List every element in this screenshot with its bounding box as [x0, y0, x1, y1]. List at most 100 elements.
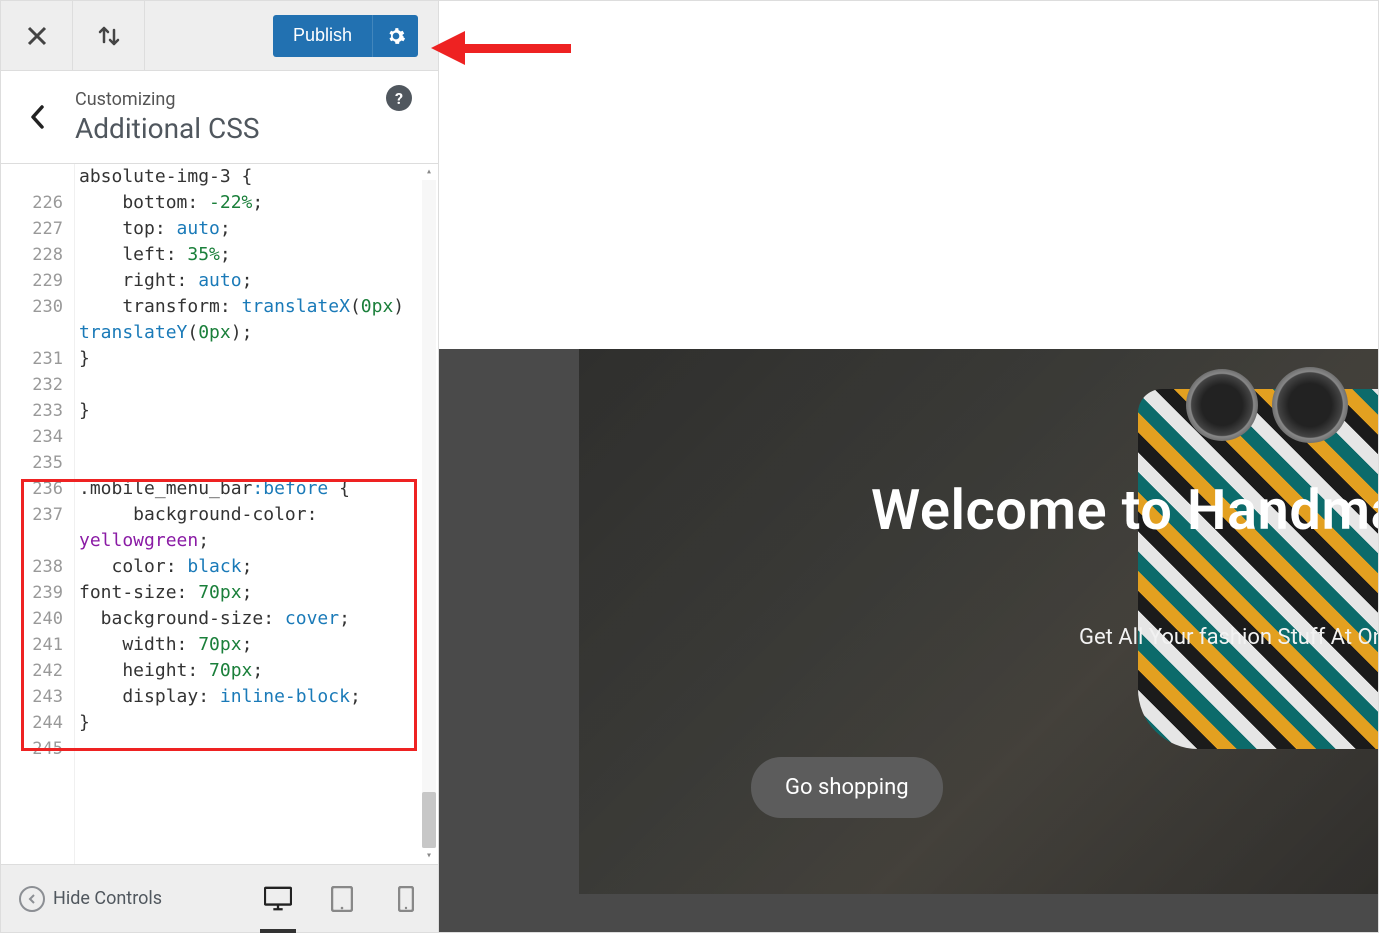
publish-button[interactable]: Publish	[273, 15, 372, 57]
css-editor[interactable]: absolute-img-3 {226 bottom: -22%;227 top…	[1, 164, 438, 864]
code-line[interactable]: 245	[1, 736, 438, 762]
code-line[interactable]: 233}	[1, 398, 438, 424]
code-line[interactable]: 235	[1, 450, 438, 476]
line-content[interactable]: absolute-img-3 {	[75, 164, 252, 190]
line-content[interactable]: width: 70px;	[75, 632, 252, 658]
line-number: 238	[1, 554, 75, 580]
mobile-icon	[398, 886, 414, 912]
line-content[interactable]: bottom: -22%;	[75, 190, 263, 216]
line-number	[1, 320, 75, 346]
back-button[interactable]	[1, 104, 75, 130]
section-header: Customizing Additional CSS ?	[1, 71, 438, 164]
scroll-track[interactable]	[422, 180, 436, 848]
line-content[interactable]: }	[75, 710, 90, 736]
code-line[interactable]: 228 left: 35%;	[1, 242, 438, 268]
tablet-icon	[331, 886, 353, 912]
line-content[interactable]: height: 70px;	[75, 658, 263, 684]
hero-section: Welcome to Handmade Get All Your fashion…	[579, 349, 1378, 894]
code-line[interactable]: translateY(0px);	[1, 320, 438, 346]
hide-controls-button[interactable]: Hide Controls	[19, 886, 162, 912]
line-content[interactable]: .mobile_menu_bar:before {	[75, 476, 350, 502]
line-number: 226	[1, 190, 75, 216]
line-number: 230	[1, 294, 75, 320]
person-illustration	[1138, 389, 1378, 749]
line-content[interactable]: background-size: cover;	[75, 606, 350, 632]
line-content[interactable]: yellowgreen;	[75, 528, 209, 554]
app-root: Publish Customizing Additional CSS ? abs…	[0, 0, 1379, 933]
desktop-preview-button[interactable]	[264, 885, 292, 913]
hide-controls-label: Hide Controls	[53, 888, 162, 909]
tablet-preview-button[interactable]	[328, 885, 356, 913]
line-number: 245	[1, 736, 75, 762]
line-content[interactable]: right: auto;	[75, 268, 252, 294]
line-content[interactable]	[75, 736, 79, 762]
line-number: 232	[1, 372, 75, 398]
line-content[interactable]: background-color:	[75, 502, 317, 528]
line-content[interactable]: color: black;	[75, 554, 252, 580]
gear-icon	[386, 26, 406, 46]
line-content[interactable]: font-size: 70px;	[75, 580, 252, 606]
scrollbar[interactable]: ▴ ▾	[422, 166, 436, 862]
line-number: 234	[1, 424, 75, 450]
publish-group: Publish	[273, 15, 418, 57]
line-number: 231	[1, 346, 75, 372]
sunglasses-left-icon	[1186, 369, 1258, 441]
scroll-thumb[interactable]	[422, 792, 436, 848]
desktop-icon	[264, 886, 292, 912]
line-content[interactable]: transform: translateX(0px)	[75, 294, 415, 320]
code-line[interactable]: 226 bottom: -22%;	[1, 190, 438, 216]
go-shopping-button[interactable]: Go shopping	[751, 757, 943, 818]
code-line[interactable]: 240 background-size: cover;	[1, 606, 438, 632]
code-line[interactable]: 239font-size: 70px;	[1, 580, 438, 606]
line-content[interactable]: top: auto;	[75, 216, 231, 242]
line-number: 235	[1, 450, 75, 476]
code-line[interactable]: 227 top: auto;	[1, 216, 438, 242]
code-line[interactable]: 230 transform: translateX(0px)	[1, 294, 438, 320]
toggle-button[interactable]	[73, 1, 145, 71]
up-down-arrows-icon	[95, 22, 123, 50]
line-content[interactable]	[75, 424, 79, 450]
line-number: 242	[1, 658, 75, 684]
line-number: 229	[1, 268, 75, 294]
close-button[interactable]	[1, 1, 73, 71]
line-number: 239	[1, 580, 75, 606]
code-line[interactable]: 237 background-color:	[1, 502, 438, 528]
code-line[interactable]: yellowgreen;	[1, 528, 438, 554]
line-number: 244	[1, 710, 75, 736]
code-line[interactable]: absolute-img-3 {	[1, 164, 438, 190]
scroll-down-icon[interactable]: ▾	[422, 850, 436, 862]
line-number: 233	[1, 398, 75, 424]
customizer-sidebar: Publish Customizing Additional CSS ? abs…	[1, 1, 439, 932]
line-content[interactable]	[75, 450, 79, 476]
line-number: 236	[1, 476, 75, 502]
hero-title: Welcome to Handmade	[871, 477, 1378, 543]
line-content[interactable]: translateY(0px);	[75, 320, 252, 346]
line-number: 243	[1, 684, 75, 710]
code-line[interactable]: 234	[1, 424, 438, 450]
mobile-preview-button[interactable]	[392, 885, 420, 913]
line-content[interactable]: }	[75, 346, 90, 372]
chevron-left-circle-icon	[19, 886, 45, 912]
bottom-toolbar: Hide Controls	[1, 864, 438, 932]
line-content[interactable]: display: inline-block;	[75, 684, 361, 710]
code-line[interactable]: 242 height: 70px;	[1, 658, 438, 684]
line-content[interactable]	[75, 372, 79, 398]
code-line[interactable]: 241 width: 70px;	[1, 632, 438, 658]
code-line[interactable]: 231}	[1, 346, 438, 372]
device-preview-switcher	[264, 885, 420, 913]
line-content[interactable]: left: 35%;	[75, 242, 231, 268]
line-number: 228	[1, 242, 75, 268]
line-content[interactable]: }	[75, 398, 90, 424]
scroll-up-icon[interactable]: ▴	[422, 166, 436, 178]
code-line[interactable]: 238 color: black;	[1, 554, 438, 580]
code-line[interactable]: 232	[1, 372, 438, 398]
help-button[interactable]: ?	[386, 85, 412, 111]
code-line[interactable]: 236.mobile_menu_bar:before {	[1, 476, 438, 502]
code-line[interactable]: 244}	[1, 710, 438, 736]
chevron-left-icon	[29, 104, 47, 130]
code-line[interactable]: 243 display: inline-block;	[1, 684, 438, 710]
publish-settings-button[interactable]	[372, 15, 418, 57]
hero-subtitle: Get All Your fashion Stuff At One Place	[1079, 625, 1378, 650]
live-preview: Welcome to Handmade Get All Your fashion…	[439, 1, 1378, 932]
code-line[interactable]: 229 right: auto;	[1, 268, 438, 294]
